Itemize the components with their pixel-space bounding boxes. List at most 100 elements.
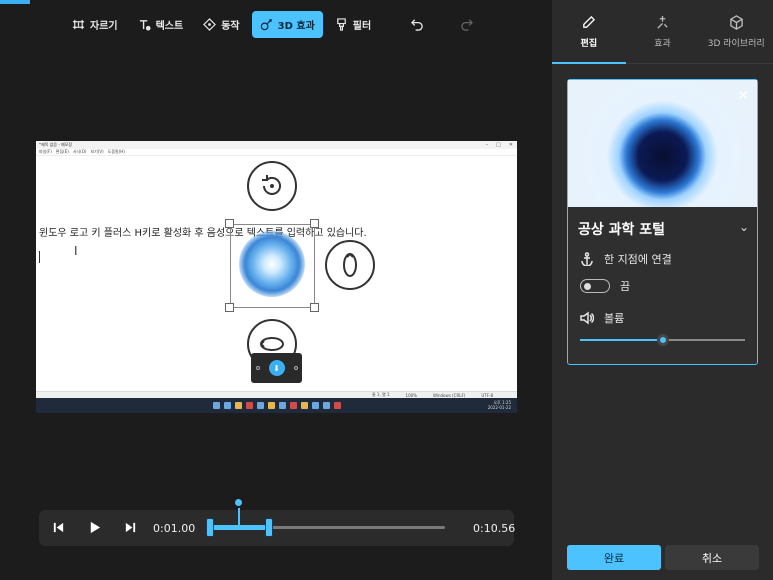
- volume-icon: [580, 311, 594, 325]
- tab-3d-library-label: 3D 라이브러리: [707, 38, 765, 49]
- trim-button[interactable]: 자르기: [64, 11, 126, 38]
- motion-icon: [203, 18, 217, 31]
- filter-icon: [336, 18, 346, 31]
- trim-label: 자르기: [90, 21, 118, 32]
- taskbar-app-icon: [278, 402, 286, 409]
- previous-frame-button[interactable]: [50, 519, 66, 535]
- total-time: 0:10.56: [473, 522, 516, 535]
- motion-label: 동작: [221, 21, 240, 32]
- effects-panel: 편집 효과 3D 라이브러리 ✕ 공상 과학 포털 ⌄ 한 지점에 연결 끔 볼…: [552, 0, 773, 580]
- undo-icon: [411, 19, 423, 31]
- trim-icon: [72, 19, 85, 30]
- pin-icon: ⬇: [273, 363, 280, 373]
- taskbar-app-icon: [234, 402, 242, 409]
- resize-handle-bottom-left[interactable]: [225, 303, 234, 312]
- anchor-label: 한 지점에 연결: [604, 253, 672, 266]
- notepad-titlebar: *제목 없음 - 메모장: [36, 141, 517, 149]
- rotate-icon: [262, 175, 281, 195]
- options-dot-icon[interactable]: [293, 366, 298, 370]
- tray-date: 2022-01-22: [487, 405, 511, 410]
- taskbar-app-icon: [322, 402, 330, 409]
- undo-button[interactable]: [401, 11, 434, 38]
- trim-end-handle[interactable]: [265, 518, 273, 537]
- selection-box[interactable]: [230, 224, 315, 308]
- cancel-button[interactable]: 취소: [665, 545, 759, 570]
- start-icon: [212, 402, 220, 409]
- anchor-pin-button[interactable]: ⬇: [268, 360, 285, 376]
- toggle-state-label: 끔: [620, 280, 631, 293]
- rotate-z-handle[interactable]: [247, 161, 297, 211]
- anchor-dot-icon[interactable]: [255, 366, 260, 370]
- tab-edit-label: 편집: [580, 38, 598, 49]
- anchor-toggle[interactable]: [580, 279, 610, 293]
- notepad-menu-format: 서식(O): [72, 149, 87, 154]
- pencil-icon: [583, 15, 596, 28]
- playback-bar: 0:01.00 0:10.56: [39, 497, 516, 546]
- resize-handle-bottom-right[interactable]: [310, 303, 319, 312]
- status-lineending: Windows (CRLF): [432, 392, 466, 398]
- taskbar-app-icon: [333, 402, 341, 409]
- taskbar-app-icon: [300, 402, 308, 409]
- system-tray: 오후 1:25 2022-01-22: [488, 400, 511, 410]
- play-button[interactable]: [86, 519, 102, 535]
- filter-label: 필터: [352, 21, 372, 32]
- window-accent-bar: [0, 0, 30, 4]
- play-icon: [90, 521, 100, 533]
- rotate-y-handle[interactable]: [325, 240, 375, 290]
- rotate-vertical-icon: [343, 253, 357, 277]
- anchor-row: 한 지점에 연결: [580, 251, 672, 267]
- anchor-icon: [581, 252, 593, 266]
- effect-thumbnail: ✕: [568, 80, 757, 207]
- panel-tabs: 편집 효과 3D 라이브러리: [552, 0, 773, 64]
- effect-card: ✕ 공상 과학 포털 ⌄ 한 지점에 연결 끔 볼륨: [567, 79, 758, 365]
- skip-back-icon: [53, 522, 63, 532]
- redo-icon: [461, 19, 474, 31]
- 3d-effects-label: 3D 효과: [277, 21, 315, 32]
- volume-slider-fill: [580, 339, 663, 341]
- text-icon: [139, 20, 151, 31]
- taskbar-app-icon: [267, 402, 275, 409]
- notepad-title: *제목 없음 - 메모장: [39, 142, 73, 147]
- next-frame-button[interactable]: [122, 519, 138, 535]
- done-button[interactable]: 완료: [567, 545, 661, 570]
- status-encoding: UTF-8: [481, 392, 493, 398]
- tab-3d-library[interactable]: 3D 라이브러리: [699, 0, 773, 63]
- sparkle-icon: [657, 15, 668, 29]
- 3d-effects-button[interactable]: 3D 효과: [251, 11, 323, 38]
- tab-effects[interactable]: 효과: [626, 0, 700, 63]
- close-icon: ✕: [508, 142, 513, 148]
- effect-title: 공상 과학 포털: [578, 222, 666, 238]
- effect-position-toolbar: ⬇: [251, 353, 302, 383]
- notepad-menu-help: 도움말(H): [107, 149, 125, 154]
- resize-handle-top-left[interactable]: [225, 219, 234, 228]
- 3d-effects-icon: [260, 19, 272, 31]
- remove-effect-close-icon[interactable]: ✕: [737, 88, 749, 104]
- redo-button[interactable]: [450, 11, 483, 38]
- collapse-chevron-icon[interactable]: ⌄: [739, 220, 749, 234]
- taskbar-app-icon: [245, 402, 253, 409]
- notepad-menu-file: 파일(F): [39, 149, 52, 154]
- trim-start-handle[interactable]: [206, 518, 214, 537]
- skip-forward-icon: [125, 522, 135, 532]
- minimize-icon: –: [485, 142, 489, 148]
- notepad-menu-edit: 편집(E): [55, 149, 69, 154]
- notepad-menubar: 파일(F) 편집(E) 서식(O) 보기(V) 도움말(H): [36, 149, 517, 156]
- text-button[interactable]: 텍스트: [130, 11, 192, 38]
- taskbar-app-icon: [223, 402, 231, 409]
- maximize-icon: □: [496, 142, 501, 148]
- playhead-knob[interactable]: [233, 497, 244, 508]
- volume-row: 볼륨: [580, 310, 624, 326]
- anchor-toggle-row: 끔: [580, 278, 630, 294]
- taskbar-app-icon: [256, 402, 264, 409]
- text-cursor: [39, 251, 40, 263]
- volume-slider-thumb[interactable]: [656, 334, 669, 346]
- motion-button[interactable]: 동작: [195, 11, 247, 38]
- tab-edit[interactable]: 편집: [552, 0, 626, 64]
- taskbar-app-icon: [289, 402, 297, 409]
- text-label: 텍스트: [155, 21, 184, 32]
- cube-icon: [729, 14, 743, 30]
- notepad-menu-view: 보기(V): [90, 149, 104, 154]
- tab-effects-label: 효과: [654, 38, 671, 49]
- resize-handle-top-right[interactable]: [310, 219, 319, 228]
- filter-button[interactable]: 필터: [327, 11, 379, 38]
